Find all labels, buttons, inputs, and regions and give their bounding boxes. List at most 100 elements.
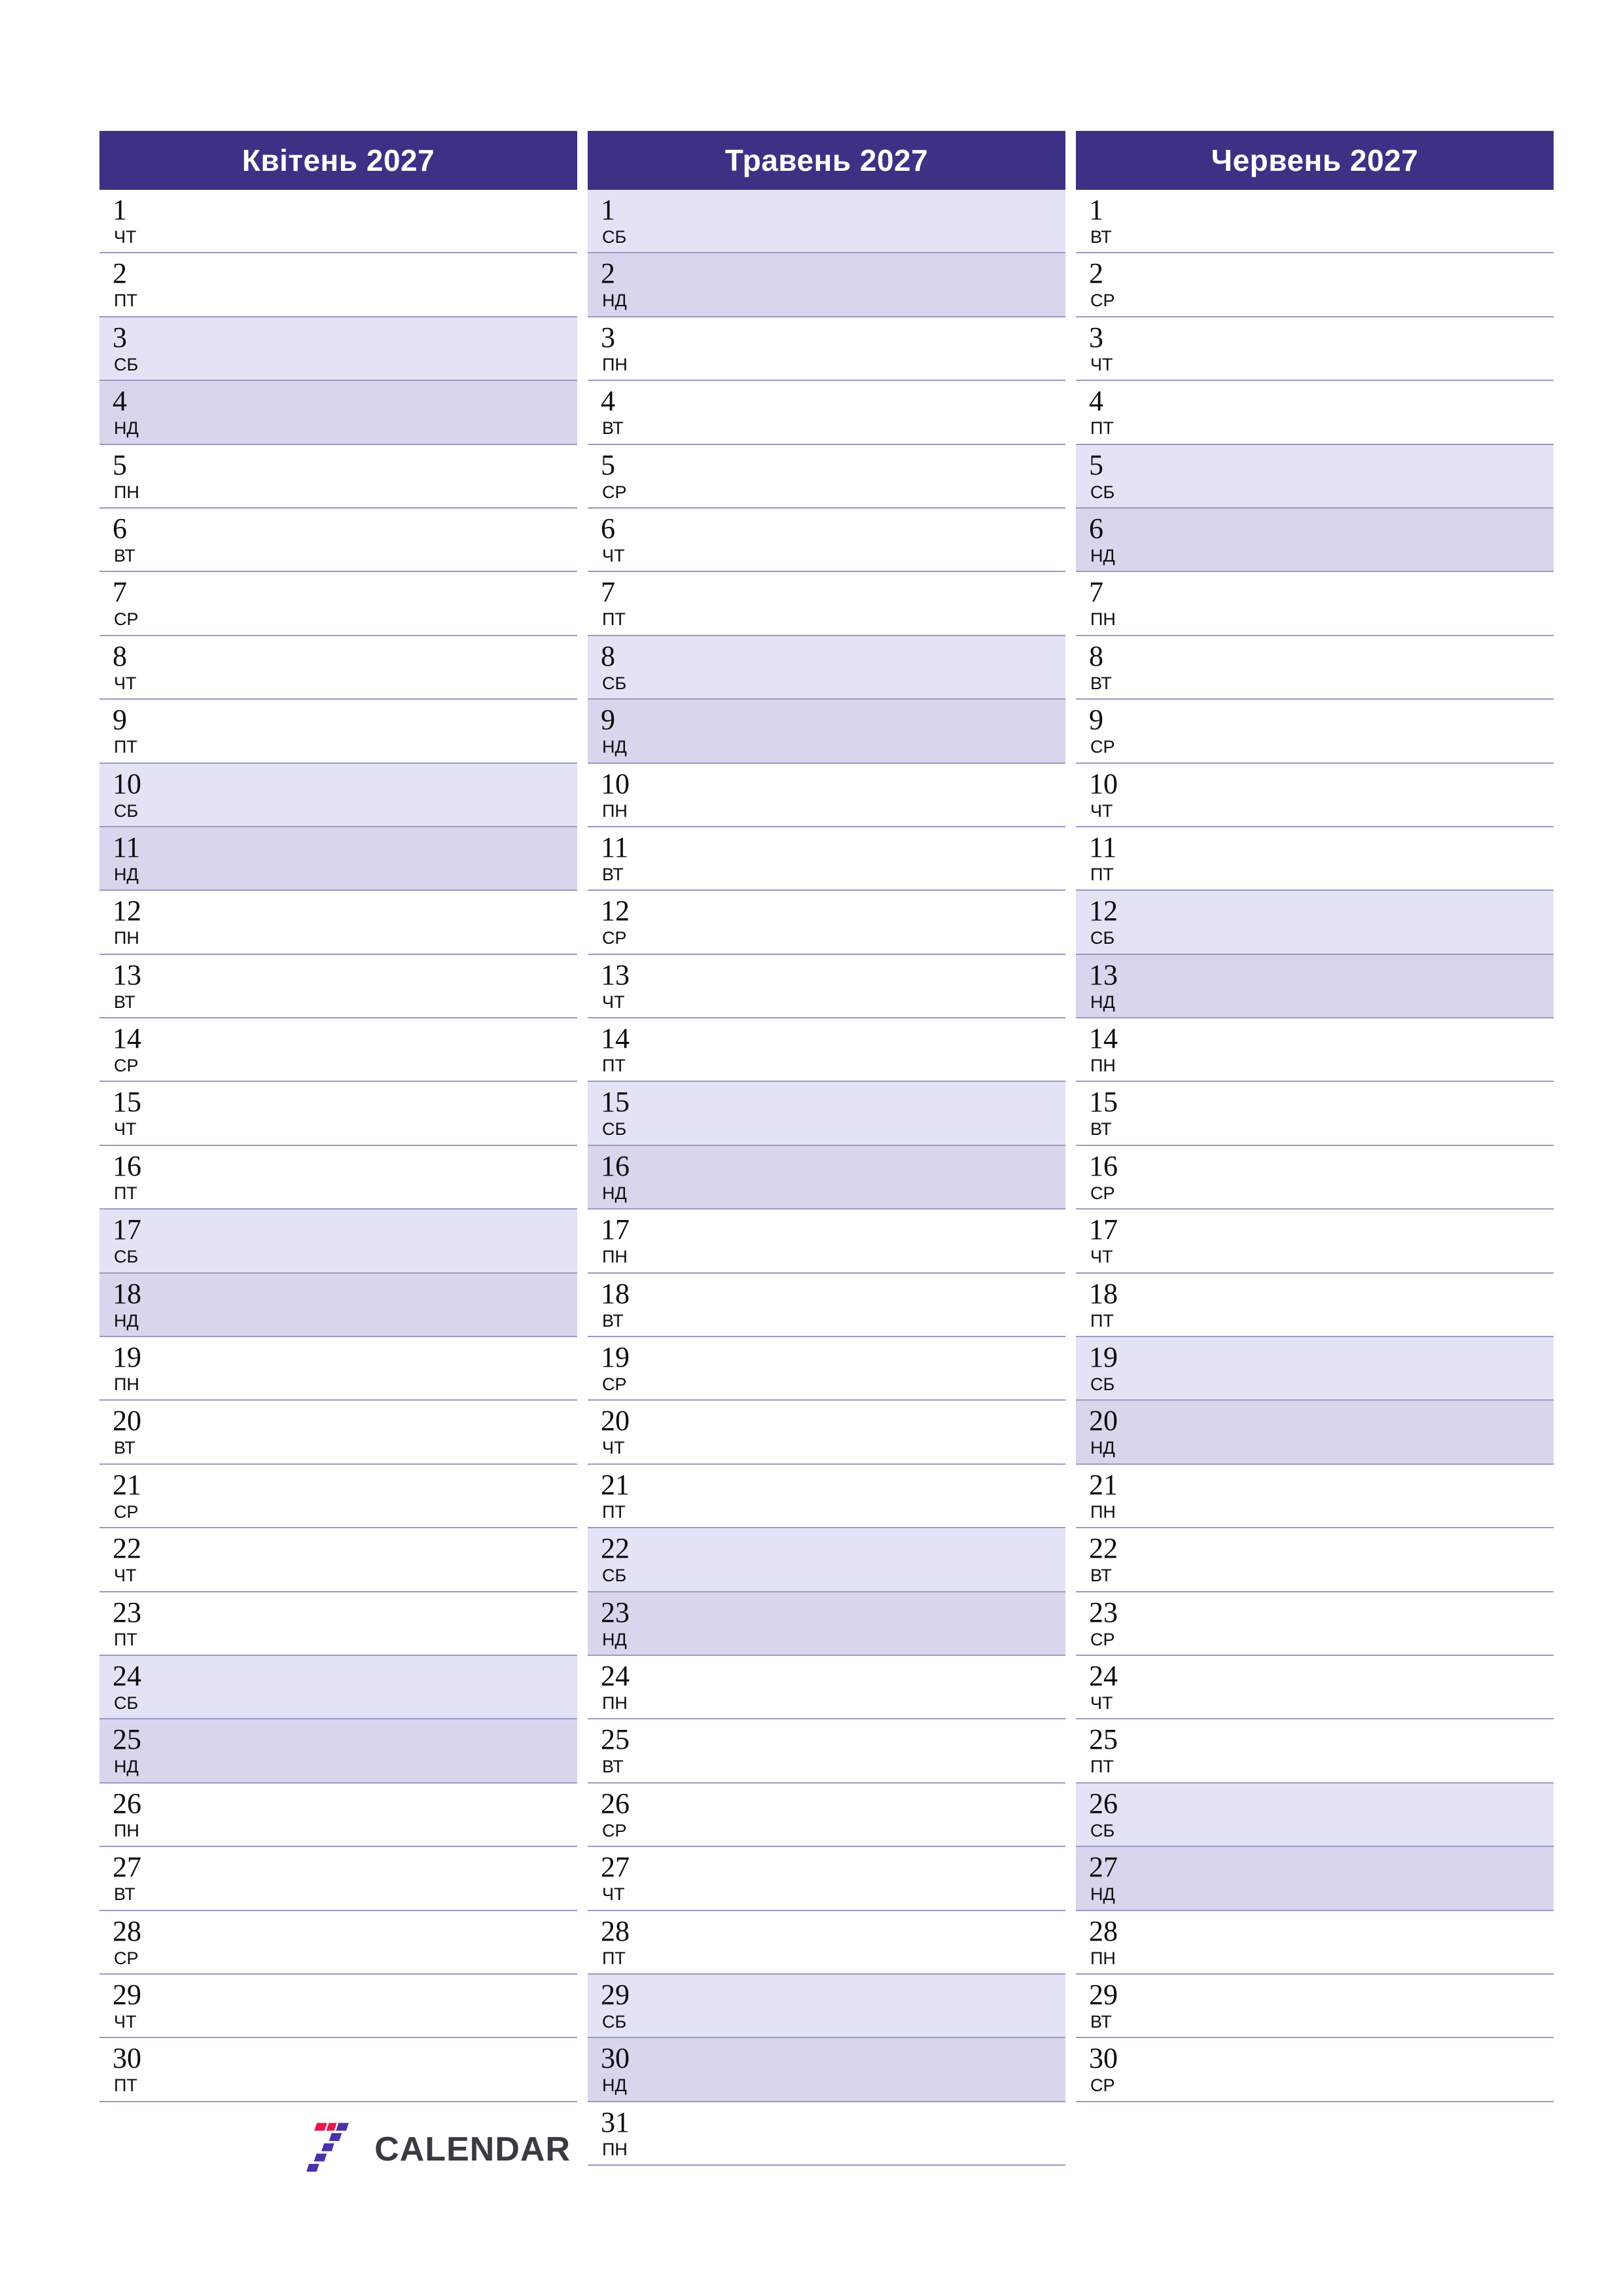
day-row[interactable]: 27 ВТ [99,1847,577,1911]
day-row[interactable]: 16 НД [588,1145,1065,1210]
day-row[interactable]: 15 ВТ [1076,1082,1554,1146]
day-row[interactable]: 12 СР [588,891,1065,955]
day-row[interactable]: 4 ВТ [588,381,1065,445]
day-row[interactable]: 18 ПТ [1076,1273,1554,1338]
day-row[interactable]: 3 ЧТ [1076,317,1554,382]
day-row[interactable]: 11 ВТ [588,827,1065,891]
day-row[interactable]: 3 ПН [588,317,1065,382]
day-row[interactable]: 26 СР [588,1783,1065,1848]
day-row[interactable]: 23 НД [588,1592,1065,1656]
day-row[interactable]: 23 ПТ [99,1592,577,1656]
day-row[interactable]: 16 СР [1076,1145,1554,1210]
day-row[interactable]: 17 ПН [588,1210,1065,1274]
day-row[interactable]: 21 СР [99,1464,577,1529]
day-row[interactable]: 13 ВТ [99,954,577,1019]
day-row[interactable]: 15 СБ [588,1082,1065,1146]
day-row[interactable]: 21 ПТ [588,1464,1065,1529]
day-row[interactable]: 12 СБ [1076,891,1554,955]
day-row[interactable]: 30 СР [1076,2038,1554,2102]
day-row[interactable]: 5 ПН [99,444,577,509]
day-row[interactable]: 12 ПН [99,891,577,955]
day-row[interactable]: 20 НД [1076,1401,1554,1465]
day-row[interactable]: 1 ВТ [1076,190,1554,254]
day-row[interactable]: 27 ЧТ [588,1847,1065,1911]
day-row[interactable]: 2 СР [1076,253,1554,317]
day-row[interactable]: 27 НД [1076,1847,1554,1911]
day-row[interactable]: 29 ВТ [1076,1974,1554,2039]
day-row[interactable]: 19 СБ [1076,1337,1554,1401]
day-row[interactable]: 19 ПН [99,1337,577,1401]
day-row[interactable]: 1 ЧТ [99,190,577,254]
day-row[interactable]: 20 ВТ [99,1401,577,1465]
day-row[interactable]: 9 НД [588,700,1065,764]
day-row[interactable]: 14 СР [99,1018,577,1083]
day-row[interactable]: 30 ПТ [99,2038,577,2102]
day-row[interactable]: 15 ЧТ [99,1082,577,1146]
day-row[interactable]: 23 СР [1076,1592,1554,1656]
day-row[interactable]: 5 СБ [1076,444,1554,509]
day-row[interactable]: 8 ВТ [1076,636,1554,700]
day-row[interactable]: 28 СР [99,1910,577,1975]
day-row[interactable]: 9 ПТ [99,700,577,764]
day-row[interactable]: 5 СР [588,444,1065,509]
day-row[interactable]: 29 ЧТ [99,1974,577,2039]
day-row[interactable]: 8 СБ [588,636,1065,700]
day-row[interactable]: 6 НД [1076,508,1554,573]
day-weekday: ПТ [114,1629,137,1649]
day-row[interactable]: 24 ПН [588,1655,1065,1720]
day-row[interactable]: 2 НД [588,253,1065,317]
day-row[interactable]: 21 ПН [1076,1464,1554,1529]
day-row[interactable]: 14 ПТ [588,1018,1065,1083]
day-row[interactable]: 17 ЧТ [1076,1210,1554,1274]
seven-calendar-logo-icon [302,2119,363,2179]
day-row[interactable]: 14 ПН [1076,1018,1554,1083]
day-row[interactable]: 22 СБ [588,1528,1065,1592]
day-row[interactable]: 31 ПН [588,2102,1065,2166]
day-row[interactable]: 26 ПН [99,1783,577,1848]
day-row[interactable]: 25 НД [99,1719,577,1784]
day-row[interactable]: 24 СБ [99,1655,577,1720]
day-row[interactable]: 28 ПТ [588,1910,1065,1975]
day-row[interactable]: 4 НД [99,381,577,445]
day-row[interactable]: 7 СР [99,572,577,636]
day-row[interactable]: 10 ЧТ [1076,763,1554,827]
day-weekday: ПТ [1090,864,1114,884]
day-row[interactable]: 8 ЧТ [99,636,577,700]
day-row[interactable]: 11 НД [99,827,577,891]
day-row[interactable]: 3 СБ [99,317,577,382]
day-row[interactable]: 25 ПТ [1076,1719,1554,1784]
day-weekday: ВТ [114,545,135,565]
day-row[interactable]: 10 ПН [588,763,1065,827]
day-row[interactable]: 2 ПТ [99,253,577,317]
day-row[interactable]: 28 ПН [1076,1910,1554,1975]
day-row[interactable]: 18 НД [99,1273,577,1338]
day-row[interactable]: 30 НД [588,2038,1065,2102]
day-row[interactable]: 7 ПН [1076,572,1554,636]
day-number: 8 [1089,639,1103,672]
day-row[interactable]: 4 ПТ [1076,381,1554,445]
day-row[interactable]: 10 СБ [99,763,577,827]
day-row[interactable]: 26 СБ [1076,1783,1554,1848]
day-row[interactable]: 22 ЧТ [99,1528,577,1592]
day-row[interactable]: 1 СБ [588,190,1065,254]
day-row[interactable]: 9 СР [1076,700,1554,764]
day-row[interactable]: 16 ПТ [99,1145,577,1210]
day-row[interactable]: 13 ЧТ [588,954,1065,1019]
day-row[interactable]: 19 СР [588,1337,1065,1401]
day-row[interactable]: 7 ПТ [588,572,1065,636]
day-row[interactable]: 6 ЧТ [588,508,1065,573]
day-weekday: СБ [1090,1820,1115,1840]
day-row[interactable]: 29 СБ [588,1974,1065,2039]
day-row[interactable]: 11 ПТ [1076,827,1554,891]
day-number: 26 [601,1787,630,1820]
day-row[interactable]: 17 СБ [99,1210,577,1274]
day-weekday: ПН [1090,1056,1116,1076]
day-row[interactable]: 13 НД [1076,954,1554,1019]
day-row[interactable]: 22 ВТ [1076,1528,1554,1592]
day-row[interactable]: 25 ВТ [588,1719,1065,1784]
day-row[interactable]: 20 ЧТ [588,1401,1065,1465]
day-row[interactable]: 18 ВТ [588,1273,1065,1338]
day-row[interactable]: 24 ЧТ [1076,1655,1554,1720]
day-row[interactable]: 6 ВТ [99,508,577,573]
day-number: 30 [601,2042,630,2075]
